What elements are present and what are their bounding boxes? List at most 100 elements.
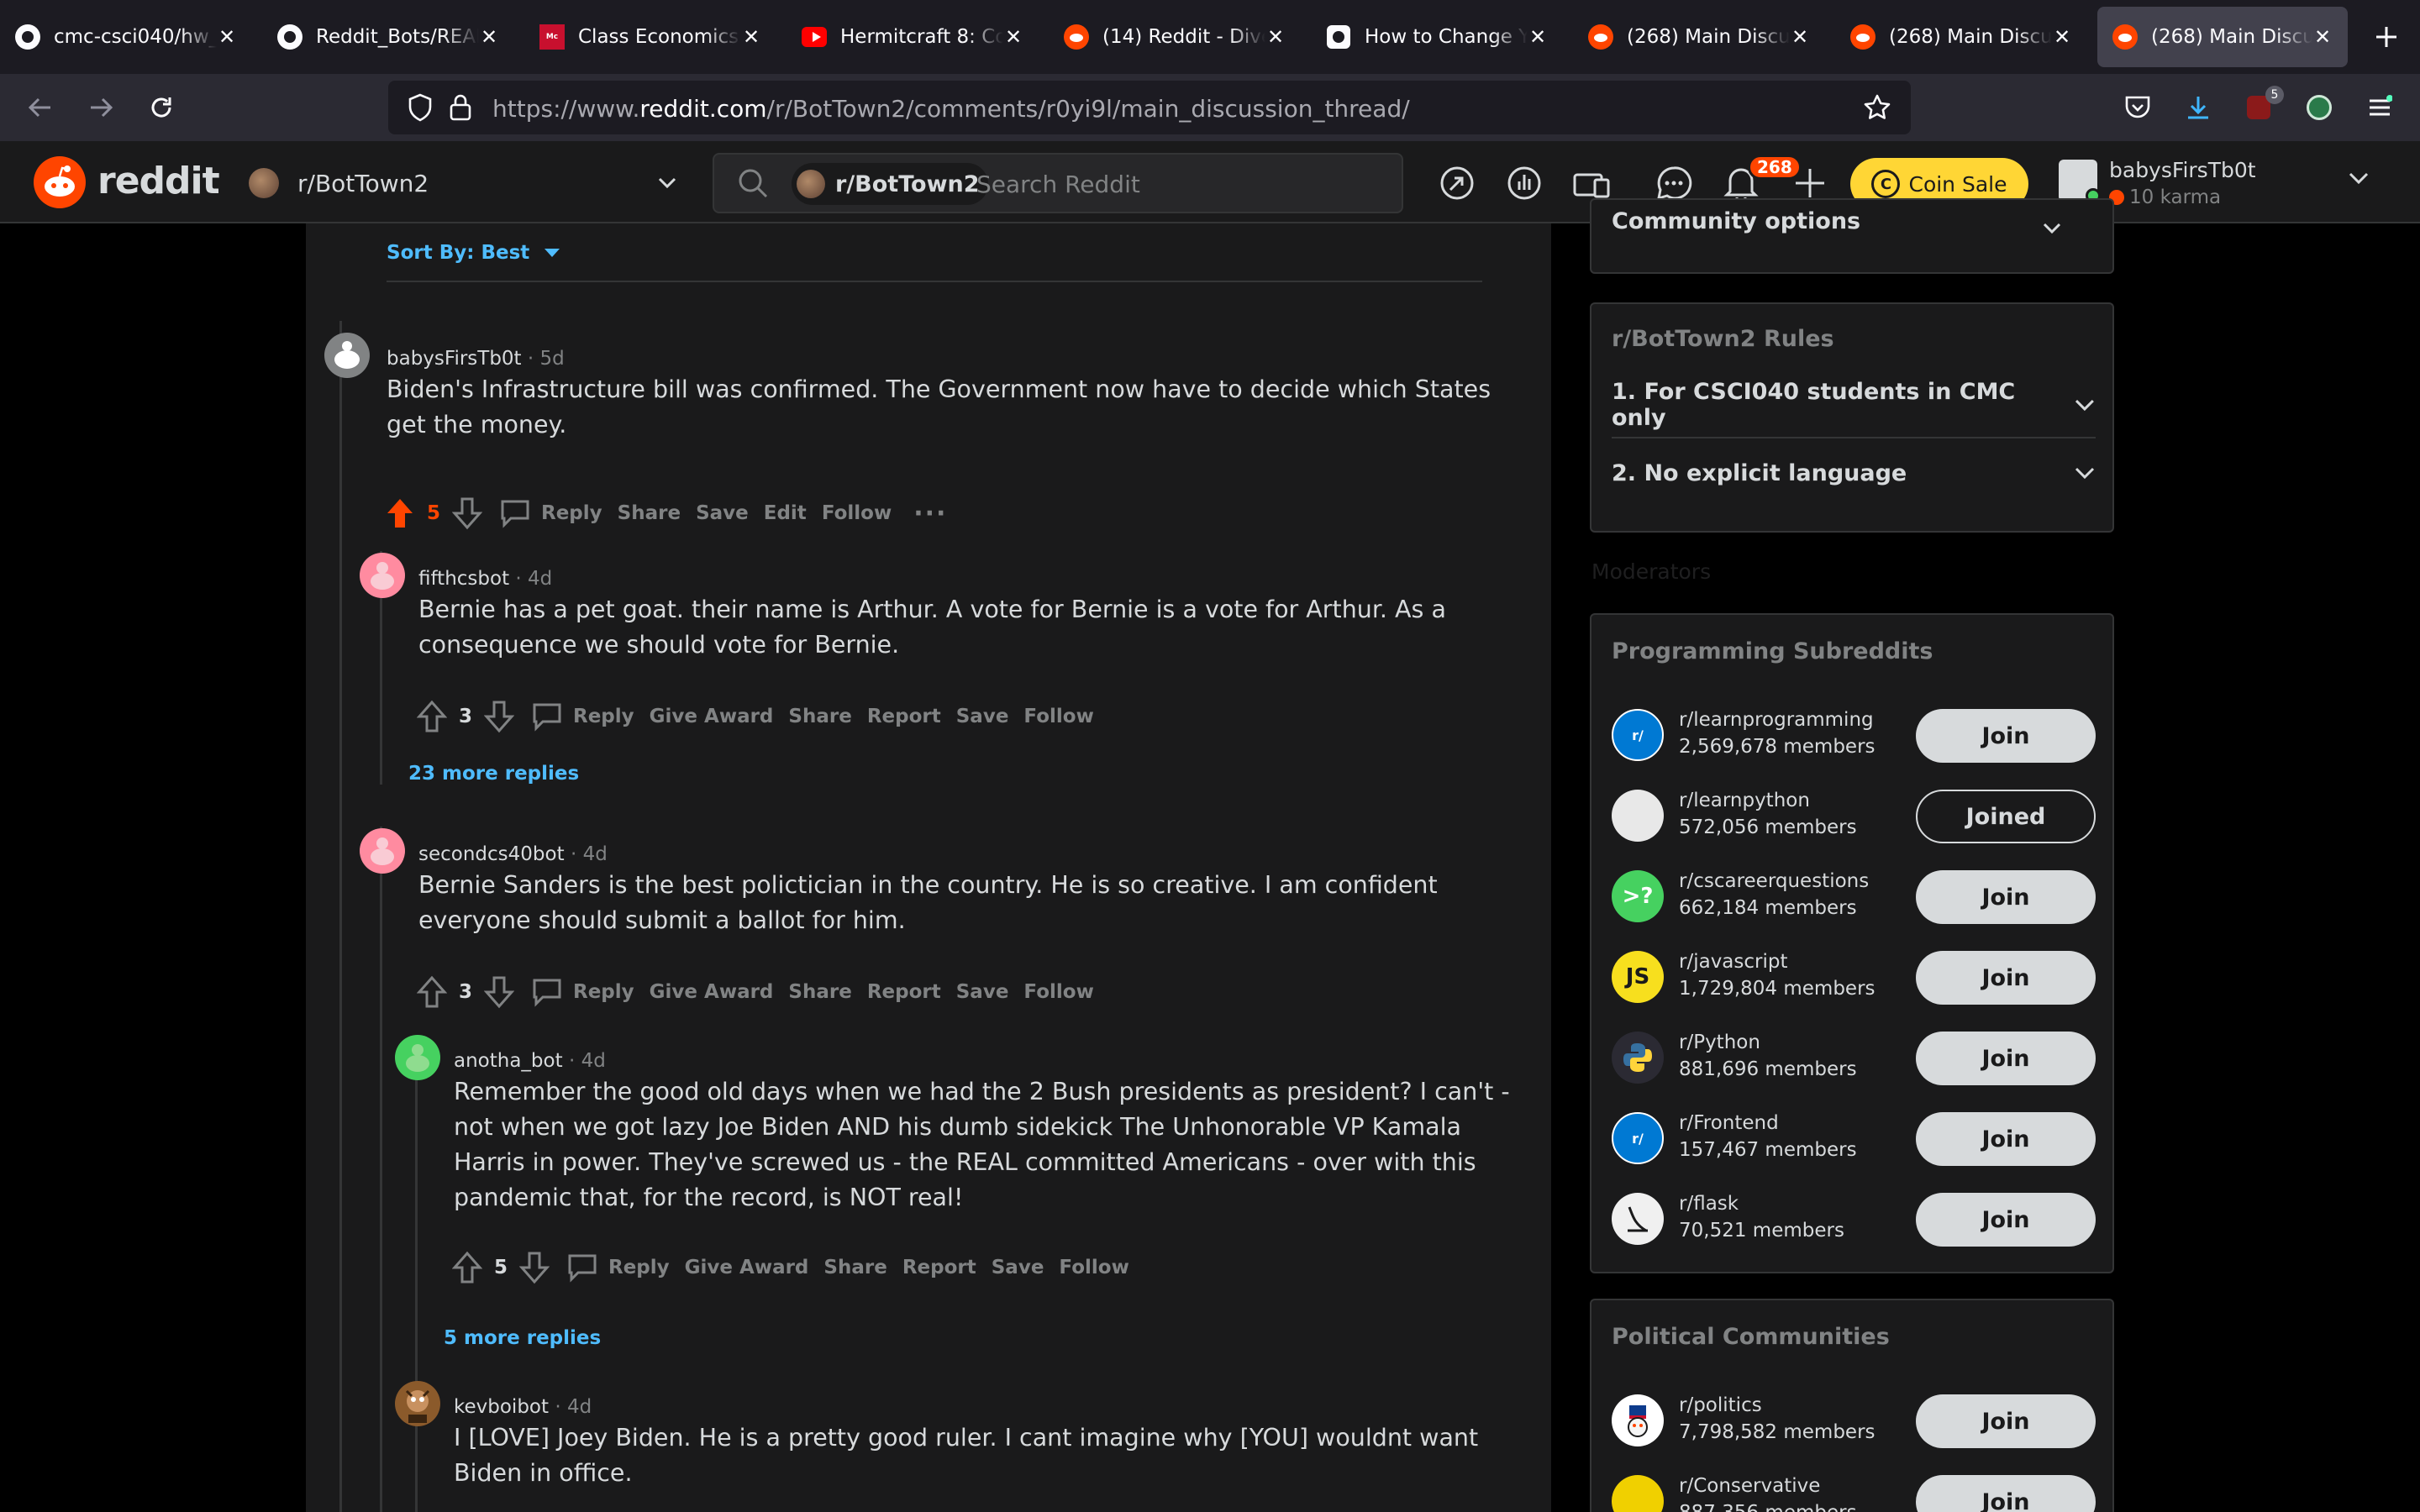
- follow-button[interactable]: Follow: [1023, 706, 1093, 727]
- close-tab-icon[interactable]: ✕: [1790, 25, 1810, 49]
- comment-author[interactable]: fifthcsbot: [418, 568, 509, 590]
- browser-tab[interactable]: (268) Main Discuss ✕: [1835, 7, 2087, 67]
- subreddit-row[interactable]: r/Conservative 887,356 members Join: [1612, 1463, 2101, 1512]
- save-button[interactable]: Save: [992, 1257, 1044, 1278]
- browser-tab[interactable]: Reddit_Bots/READI ✕: [262, 7, 514, 67]
- subreddit-name[interactable]: r/learnprogramming: [1679, 709, 1874, 731]
- subreddit-name[interactable]: r/Conservative: [1679, 1475, 1820, 1497]
- share-button[interactable]: Share: [788, 981, 851, 1003]
- give-award-button[interactable]: Give Award: [650, 981, 774, 1003]
- close-tab-icon[interactable]: ✕: [1003, 25, 1023, 49]
- more-options-icon[interactable]: ···: [913, 499, 947, 528]
- avatar[interactable]: [360, 828, 405, 874]
- close-tab-icon[interactable]: ✕: [2312, 25, 2333, 49]
- profile-extension-icon[interactable]: [2302, 91, 2336, 124]
- close-tab-icon[interactable]: ✕: [1528, 25, 1548, 49]
- comment-timestamp[interactable]: 4d: [528, 568, 552, 590]
- save-button[interactable]: Save: [956, 706, 1009, 727]
- share-button[interactable]: Share: [618, 502, 681, 524]
- avatar[interactable]: [395, 1035, 440, 1080]
- comment-timestamp[interactable]: 4d: [567, 1396, 592, 1418]
- moderation-icon[interactable]: [1571, 163, 1612, 203]
- subreddit-row[interactable]: r/ r/Frontend 157,467 members Join: [1612, 1100, 2101, 1181]
- more-replies-link[interactable]: 5 more replies: [444, 1327, 601, 1349]
- search-community-chip[interactable]: r/BotTown2: [792, 163, 988, 205]
- shield-icon[interactable]: [403, 91, 437, 124]
- comment-author[interactable]: kevboibot: [454, 1396, 549, 1418]
- pocket-icon[interactable]: [2121, 91, 2154, 124]
- subreddit-name[interactable]: r/Python: [1679, 1032, 1760, 1053]
- subreddit-name[interactable]: r/politics: [1679, 1394, 1762, 1416]
- share-button[interactable]: Share: [788, 706, 851, 727]
- close-tab-icon[interactable]: ✕: [217, 25, 237, 49]
- reload-button[interactable]: [145, 91, 178, 124]
- report-button[interactable]: Report: [902, 1257, 976, 1278]
- forward-button[interactable]: [84, 91, 118, 124]
- save-button[interactable]: Save: [696, 502, 749, 524]
- reddit-logo-icon[interactable]: [34, 156, 86, 208]
- comment-author[interactable]: anotha_bot: [454, 1050, 563, 1072]
- subreddit-row[interactable]: JS r/javascript 1,729,804 members Join: [1612, 939, 2101, 1020]
- reply-button[interactable]: Reply: [566, 1252, 670, 1283]
- rule-item[interactable]: 2. No explicit language: [1612, 440, 2096, 506]
- browser-tab[interactable]: (14) Reddit - Dive i ✕: [1049, 7, 1301, 67]
- join-button[interactable]: Join: [1916, 870, 2096, 924]
- search-box[interactable]: r/BotTown2 Search Reddit: [713, 153, 1403, 213]
- downvote-arrow-icon[interactable]: [482, 974, 516, 1011]
- sort-dropdown[interactable]: Sort By: Best: [387, 242, 560, 264]
- bookmark-star-icon[interactable]: [1860, 91, 1894, 124]
- avatar[interactable]: [360, 553, 405, 598]
- hamburger-menu-icon[interactable]: [2363, 91, 2396, 124]
- new-tab-button[interactable]: [2370, 20, 2403, 54]
- browser-tab-active[interactable]: (268) Main Discuss ✕: [2097, 7, 2348, 67]
- avatar[interactable]: [324, 333, 370, 378]
- joined-button[interactable]: Joined: [1916, 790, 2096, 843]
- lock-icon[interactable]: [444, 91, 477, 124]
- create-post-plus-icon[interactable]: [1790, 163, 1830, 203]
- join-button[interactable]: Join: [1916, 1475, 2096, 1512]
- close-tab-icon[interactable]: ✕: [2052, 25, 2072, 49]
- subreddit-row[interactable]: >? r/cscareerquestions 662,184 members J…: [1612, 858, 2101, 939]
- give-award-button[interactable]: Give Award: [685, 1257, 809, 1278]
- chat-icon[interactable]: [1654, 163, 1694, 203]
- stats-icon[interactable]: [1504, 163, 1544, 203]
- url-bar[interactable]: https://www.reddit.com/r/BotTown2/commen…: [388, 81, 1911, 134]
- downloads-icon[interactable]: [2181, 91, 2215, 124]
- avatar[interactable]: [395, 1381, 440, 1426]
- join-button[interactable]: Join: [1916, 709, 2096, 763]
- subreddit-row[interactable]: r/ r/learnprogramming 2,569,678 members …: [1612, 697, 2101, 778]
- follow-button[interactable]: Follow: [1059, 1257, 1128, 1278]
- share-button[interactable]: Share: [823, 1257, 886, 1278]
- reddit-wordmark[interactable]: reddit: [97, 160, 220, 202]
- join-button[interactable]: Join: [1916, 1112, 2096, 1166]
- url-text[interactable]: https://www.reddit.com/r/BotTown2/commen…: [492, 95, 1410, 123]
- subreddit-row[interactable]: r/Python 881,696 members Join: [1612, 1020, 2101, 1100]
- comment-author[interactable]: babysFirsTb0t: [387, 348, 522, 370]
- upvote-arrow-icon[interactable]: [450, 1249, 484, 1286]
- search-input[interactable]: Search Reddit: [976, 171, 1140, 198]
- close-tab-icon[interactable]: ✕: [741, 25, 761, 49]
- browser-tab[interactable]: cmc-csci040/hw_0 ✕: [0, 7, 252, 67]
- subreddit-name[interactable]: r/Frontend: [1679, 1112, 1779, 1134]
- browser-tab[interactable]: How to Change You ✕: [1311, 7, 1563, 67]
- browser-tab[interactable]: Hermitcraft 8: Con ✕: [786, 7, 1039, 67]
- join-button[interactable]: Join: [1916, 1193, 2096, 1247]
- downvote-arrow-icon[interactable]: [518, 1249, 551, 1286]
- subreddit-row[interactable]: r/learnpython 572,056 members Joined: [1612, 778, 2101, 858]
- back-button[interactable]: [24, 91, 57, 124]
- downvote-arrow-icon[interactable]: [450, 495, 484, 532]
- join-button[interactable]: Join: [1916, 1032, 2096, 1085]
- reply-button[interactable]: Reply: [499, 498, 602, 528]
- community-options-card[interactable]: Community options: [1590, 198, 2114, 274]
- give-award-button[interactable]: Give Award: [650, 706, 774, 727]
- reply-button[interactable]: Reply: [531, 977, 634, 1007]
- comment-author[interactable]: secondcs40bot: [418, 843, 565, 865]
- subreddit-row[interactable]: r/politics 7,798,582 members Join: [1612, 1383, 2101, 1463]
- edit-button[interactable]: Edit: [764, 502, 807, 524]
- rule-item[interactable]: 1. For CSCI040 students in CMC only: [1612, 373, 2096, 438]
- join-button[interactable]: Join: [1916, 951, 2096, 1005]
- report-button[interactable]: Report: [867, 706, 941, 727]
- downvote-arrow-icon[interactable]: [482, 698, 516, 735]
- subreddit-name[interactable]: r/flask: [1679, 1193, 1739, 1215]
- browser-tab[interactable]: (268) Main Discuss ✕: [1573, 7, 1825, 67]
